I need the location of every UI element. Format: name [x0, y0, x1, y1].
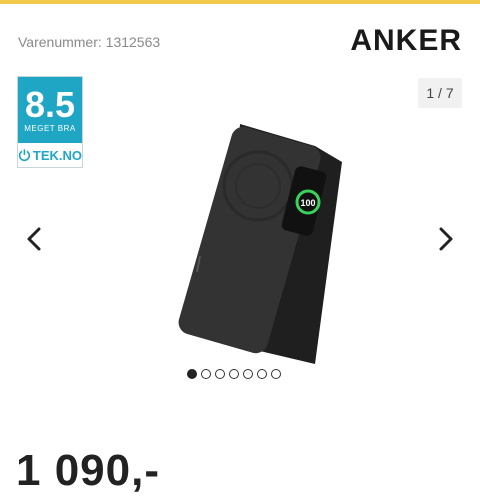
rating-verdict: MEGET BRA — [24, 123, 76, 133]
pagination-dot[interactable] — [257, 369, 267, 379]
battery-readout: 100 — [300, 198, 315, 208]
prev-image-button[interactable] — [22, 225, 48, 253]
pagination-dot[interactable] — [215, 369, 225, 379]
pagination-dot[interactable] — [229, 369, 239, 379]
pagination-dot[interactable] — [187, 369, 197, 379]
product-image[interactable]: 100 — [130, 116, 360, 366]
pagination-dot[interactable] — [201, 369, 211, 379]
chevron-right-icon — [439, 227, 453, 251]
pagination-dot[interactable] — [271, 369, 281, 379]
rating-score-panel: 8.5 MEGET BRA — [18, 77, 82, 143]
rating-score: 8.5 — [24, 83, 76, 125]
pagination-dot[interactable] — [243, 369, 253, 379]
rating-source: TEK.NO — [18, 143, 82, 167]
sku-label: Varenummer: 1312563 — [18, 34, 161, 50]
brand-logo[interactable]: ANKER — [350, 24, 462, 58]
image-pagination — [187, 369, 281, 379]
price: 1 090,- — [16, 446, 160, 495]
rating-badge[interactable]: 8.5 MEGET BRA TEK.NO — [17, 76, 83, 168]
top-accent-bar — [0, 0, 480, 4]
chevron-left-icon — [27, 227, 41, 251]
image-counter: 1 / 7 — [418, 78, 462, 108]
power-icon — [18, 149, 31, 162]
rating-source-label: TEK.NO — [32, 147, 82, 163]
next-image-button[interactable] — [432, 225, 458, 253]
